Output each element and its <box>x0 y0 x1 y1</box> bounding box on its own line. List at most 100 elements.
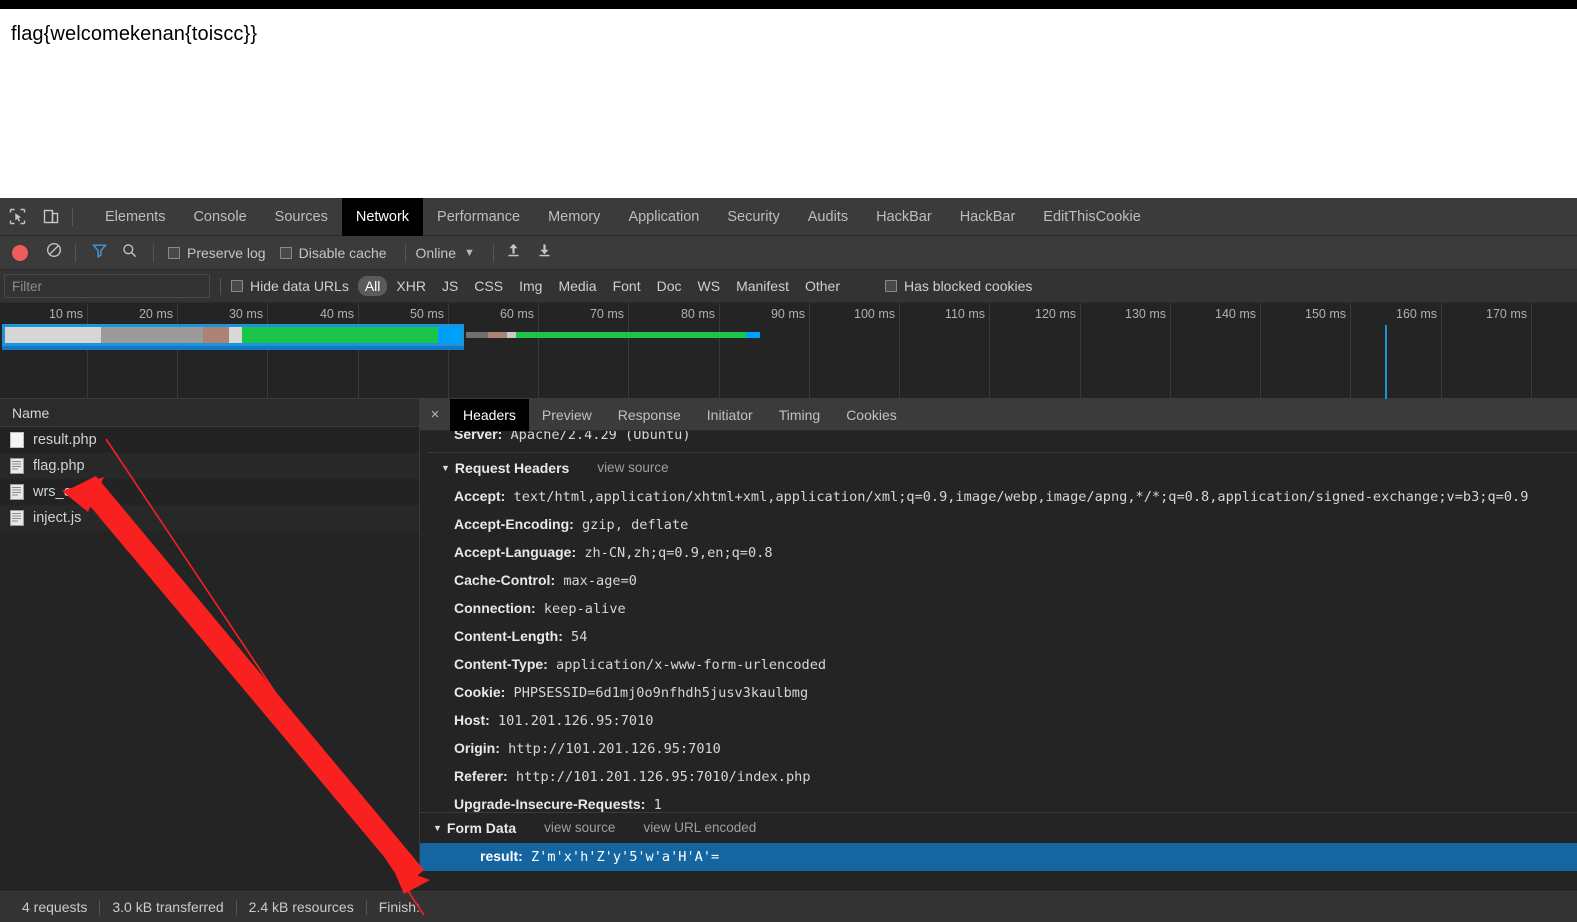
overview-segment-gap <box>229 327 242 343</box>
header-name: Content-Type: <box>454 656 548 672</box>
form-data-view-url-encoded-link[interactable]: view URL encoded <box>643 813 756 843</box>
header-line-origin: Origin: http://101.201.126.95:7010 <box>428 735 1577 763</box>
status-finish: Finish: <box>378 899 420 915</box>
filter-type-xhr[interactable]: XHR <box>389 276 433 296</box>
inspect-element-icon[interactable] <box>0 198 34 236</box>
status-resources: 2.4 kB resources <box>248 899 354 915</box>
filter-type-media[interactable]: Media <box>551 276 603 296</box>
tab-preview[interactable]: Preview <box>529 399 605 431</box>
filter-type-doc[interactable]: Doc <box>650 276 689 296</box>
tab-hackbar-2[interactable]: HackBar <box>946 198 1030 236</box>
tab-elements[interactable]: Elements <box>91 198 179 236</box>
header-line-cache-control: Cache-Control: max-age=0 <box>428 567 1577 595</box>
preserve-log-toggle[interactable]: Preserve log <box>168 245 266 261</box>
header-value: text/html,application/xhtml+xml,applicat… <box>513 489 1529 505</box>
has-blocked-cookies-checkbox[interactable] <box>885 280 897 292</box>
overview-line-secondary-stalled <box>466 332 488 338</box>
controls-separator-2 <box>153 243 154 262</box>
record-icon[interactable] <box>12 244 28 261</box>
tab-security[interactable]: Security <box>713 198 793 236</box>
filter-type-img[interactable]: Img <box>512 276 549 296</box>
table-row[interactable]: inject.js <box>0 505 419 531</box>
tick-label-100ms: 100 ms <box>854 307 895 321</box>
hide-data-urls-checkbox[interactable] <box>231 280 243 292</box>
devtools-panel: Elements Console Sources Network Perform… <box>0 197 1577 922</box>
device-toolbar-icon[interactable] <box>34 198 68 236</box>
flag-text: flag{welcomekenan{toiscc}} <box>11 23 258 45</box>
form-data-view-source-link[interactable]: view source <box>544 813 615 843</box>
browser-top-strip <box>0 0 1577 9</box>
export-har-icon[interactable] <box>537 242 552 263</box>
header-name: Accept-Language: <box>454 544 577 560</box>
tab-timing[interactable]: Timing <box>766 399 834 431</box>
tab-hackbar-1[interactable]: HackBar <box>862 198 946 236</box>
tab-performance[interactable]: Performance <box>423 198 534 236</box>
header-line-referer: Referer: http://101.201.126.95:7010/inde… <box>428 763 1577 791</box>
devtools-tabstrip: Elements Console Sources Network Perform… <box>0 197 1577 236</box>
form-data-row[interactable]: result: Z'm'x'h'Z'y'5'w'a'H'A'= <box>420 843 1577 871</box>
import-har-icon[interactable] <box>506 242 521 263</box>
tab-application[interactable]: Application <box>614 198 713 236</box>
header-name: Referer: <box>454 768 508 784</box>
tick-label-30ms: 30 ms <box>228 307 263 321</box>
header-value: zh-CN,zh;q=0.9,en;q=0.8 <box>584 545 773 561</box>
tick-label-150ms: 150 ms <box>1305 307 1346 321</box>
tab-editthiscookie[interactable]: EditThisCookie <box>1029 198 1155 236</box>
header-value: Apache/2.4.29 (Ubuntu) <box>510 431 691 443</box>
tab-sources[interactable]: Sources <box>261 198 342 236</box>
filter-type-js[interactable]: JS <box>435 276 465 296</box>
header-value: application/x-www-form-urlencoded <box>556 657 827 673</box>
search-icon[interactable] <box>122 243 137 263</box>
tab-audits[interactable]: Audits <box>794 198 862 236</box>
filter-type-css[interactable]: CSS <box>467 276 510 296</box>
table-row[interactable]: result.php <box>0 427 419 453</box>
hide-data-urls-toggle[interactable]: Hide data URLs <box>231 278 349 294</box>
view-source-link[interactable]: view source <box>597 453 668 483</box>
form-data-section-title[interactable]: ▼ Form Data view source view URL encoded <box>420 813 1577 843</box>
tab-cookies[interactable]: Cookies <box>833 399 910 431</box>
filter-type-ws[interactable]: WS <box>691 276 728 296</box>
tick-label-160ms: 160 ms <box>1396 307 1437 321</box>
preserve-log-checkbox[interactable] <box>168 246 180 259</box>
header-line-accept-encoding: Accept-Encoding: gzip, deflate <box>428 511 1577 539</box>
throttle-select[interactable]: Online <box>416 245 456 261</box>
toolbar-separator <box>72 207 73 226</box>
tab-network[interactable]: Network <box>341 197 424 236</box>
tab-response[interactable]: Response <box>605 399 694 431</box>
request-name: flag.php <box>33 458 85 474</box>
controls-separator-1 <box>75 243 76 262</box>
overview-segment-queue <box>5 327 101 343</box>
filter-funnel-icon[interactable] <box>91 243 108 263</box>
headers-body[interactable]: Server: Apache/2.4.29 (Ubuntu) ▼ Request… <box>420 431 1577 812</box>
table-row[interactable]: wrs_env.js <box>0 479 419 505</box>
column-header-name[interactable]: Name <box>0 399 419 427</box>
tick-label-40ms: 40 ms <box>319 307 354 321</box>
disable-cache-checkbox[interactable] <box>279 246 292 259</box>
table-row[interactable]: flag.php <box>0 453 419 479</box>
header-name: Cache-Control: <box>454 572 556 588</box>
status-transferred: 3.0 kB transferred <box>112 899 224 915</box>
chevron-down-icon[interactable]: ▼ <box>464 247 475 259</box>
request-list: Name result.php flag.php wrs_env.js inje… <box>0 399 420 871</box>
filter-type-other[interactable]: Other <box>798 276 847 296</box>
network-overview[interactable]: 10 ms 20 ms 30 ms 40 ms 50 ms 60 ms 70 m… <box>0 303 1577 399</box>
clear-icon[interactable] <box>46 242 62 263</box>
triangle-down-icon[interactable]: ▼ <box>441 453 450 483</box>
overview-segment-ttfb <box>203 327 229 343</box>
tab-initiator[interactable]: Initiator <box>694 399 766 431</box>
search-input[interactable] <box>4 274 210 298</box>
has-blocked-cookies-toggle[interactable]: Has blocked cookies <box>885 278 1032 294</box>
tab-memory[interactable]: Memory <box>534 198 614 236</box>
disable-cache-toggle[interactable]: Disable cache <box>279 245 387 261</box>
tab-console[interactable]: Console <box>179 198 260 236</box>
filter-type-all[interactable]: All <box>357 276 388 296</box>
filter-type-font[interactable]: Font <box>606 276 648 296</box>
request-headers-section-title[interactable]: ▼ Request Headers view source <box>428 452 1577 483</box>
close-icon[interactable]: × <box>420 406 450 423</box>
network-controls-row: Preserve log Disable cache Online ▼ <box>0 236 1577 270</box>
header-value: PHPSESSID=6d1mj0o9nfhdh5jusv3kaulbmg <box>513 685 809 701</box>
triangle-down-icon[interactable]: ▼ <box>433 813 442 843</box>
header-name: Connection: <box>454 600 536 616</box>
filter-type-manifest[interactable]: Manifest <box>729 276 796 296</box>
tab-headers[interactable]: Headers <box>450 398 529 431</box>
